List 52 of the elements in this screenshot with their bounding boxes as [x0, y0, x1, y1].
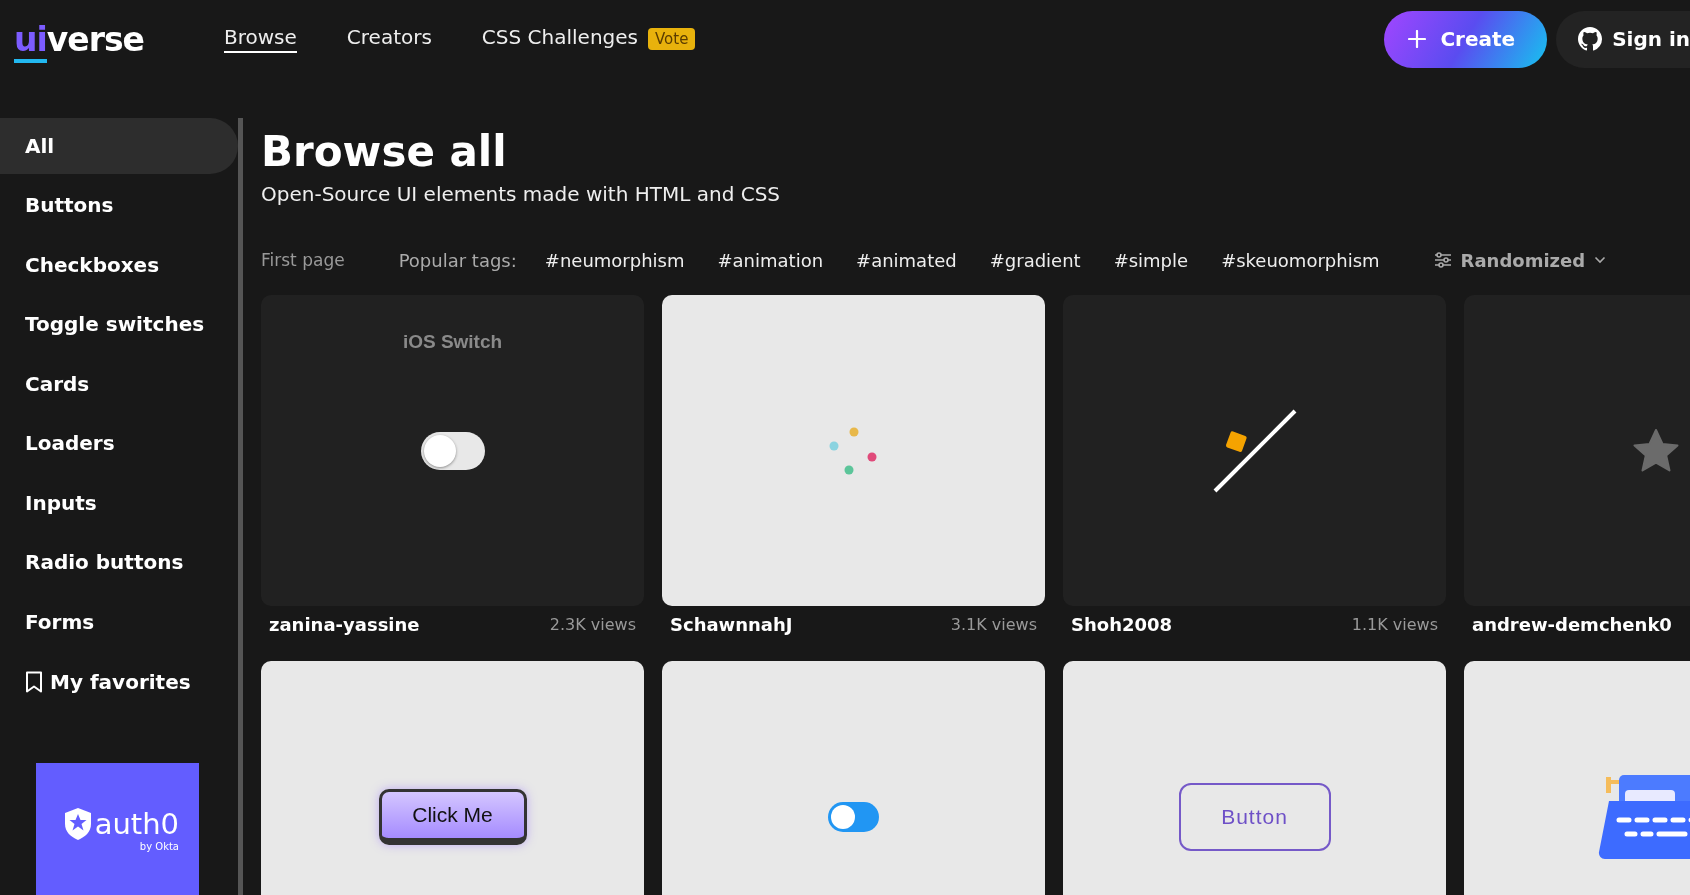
tag-link[interactable]: #skeuomorphism: [1221, 249, 1380, 271]
plus-icon: [1408, 30, 1427, 48]
sort-dropdown[interactable]: Randomized: [1427, 248, 1613, 272]
sidebar-item[interactable]: All: [0, 118, 238, 174]
tag-link[interactable]: #animation: [717, 249, 824, 271]
chevron-down-icon: [1594, 256, 1607, 264]
author-name[interactable]: zanina-yassine: [269, 614, 420, 635]
create-button[interactable]: Create: [1384, 10, 1548, 68]
sidebar-item[interactable]: Buttons: [0, 177, 238, 234]
view-count: 1.1K views: [1351, 615, 1438, 634]
sign-in-button[interactable]: Sign in: [1556, 10, 1690, 68]
sidebar-item[interactable]: Toggle switches: [0, 296, 238, 353]
dots-loader-drawing: [828, 426, 879, 475]
component-preview[interactable]: Button: [1063, 661, 1446, 895]
author-name[interactable]: SchawnnahJ: [670, 614, 793, 635]
sidebar-item[interactable]: Checkboxes: [0, 237, 238, 293]
component-preview[interactable]: Click Me: [261, 661, 644, 895]
preview-title: iOS Switch: [402, 331, 503, 353]
nav-link[interactable]: Creators: [346, 25, 432, 53]
brand-byline: by Okta: [139, 840, 179, 852]
star-icon: [1632, 428, 1679, 473]
bookmark-icon: [25, 670, 43, 693]
nav-link[interactable]: Browse: [224, 25, 297, 53]
shield-star-icon: [62, 806, 93, 841]
first-page-link[interactable]: First page: [261, 250, 345, 270]
preview-button: Click Me: [378, 788, 527, 845]
tag-link[interactable]: #simple: [1113, 249, 1189, 271]
sidebar-item[interactable]: Inputs: [0, 475, 238, 531]
tags-label: Popular tags:: [398, 249, 517, 271]
view-count: 2.3K views: [549, 615, 636, 634]
author-name[interactable]: andrew-demchenk0: [1472, 614, 1672, 635]
nav-link[interactable]: CSS Challenges: [481, 25, 638, 53]
sidebar-item[interactable]: Cards: [0, 356, 238, 412]
sidebar-item[interactable]: Radio buttons: [0, 534, 238, 591]
sidebar-item[interactable]: My favorites: [0, 653, 238, 710]
sidebar-item[interactable]: Loaders: [0, 415, 238, 472]
scrollbar[interactable]: [238, 118, 243, 895]
sponsor-banner[interactable]: auth0 by Okta: [36, 763, 199, 895]
tag-link[interactable]: #animated: [856, 249, 957, 271]
page-title: Browse all: [261, 131, 508, 173]
component-preview[interactable]: iOS Switch: [261, 295, 644, 606]
github-icon: [1578, 27, 1603, 51]
brand-name: auth0: [94, 806, 179, 841]
author-name[interactable]: Shoh2008: [1071, 614, 1173, 635]
sidebar-item[interactable]: Forms: [0, 594, 238, 650]
tag-link[interactable]: #neumorphism: [544, 249, 685, 271]
view-count: 3.1K views: [950, 615, 1037, 634]
page-subtitle: Open-Source UI elements made with HTML and CSS: [261, 182, 782, 206]
sliders-icon: [1433, 252, 1452, 268]
preview-button: Button: [1178, 782, 1331, 851]
vote-badge: Vote: [648, 28, 696, 50]
tag-link[interactable]: #gradient: [989, 249, 1081, 271]
